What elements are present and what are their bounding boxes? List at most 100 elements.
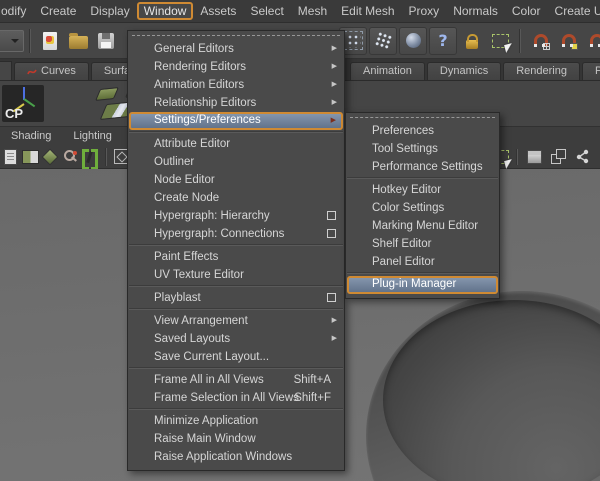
shelf-tab-painteffects[interactable]: PaintEffects <box>581 62 600 80</box>
isolate-select-button[interactable] <box>80 147 100 170</box>
menu-item-raise-application-windows[interactable]: Raise Application Windows <box>128 448 344 466</box>
menu-item-label: Hotkey Editor <box>372 184 442 196</box>
shelf-tab-curves[interactable]: Curves <box>14 62 89 80</box>
bowl-object[interactable] <box>366 291 600 481</box>
menu-item-label: Outliner <box>154 156 195 168</box>
menu-item-hypergraph-hierarchy[interactable]: Hypergraph: Hierarchy <box>128 207 344 225</box>
shelf-tab-label: Curves <box>41 65 76 77</box>
snap-to-point-button[interactable] <box>583 28 600 54</box>
save-scene-button[interactable] <box>93 28 119 54</box>
option-box-icon[interactable] <box>327 293 336 302</box>
menu-item-frame-selection-in-all-views[interactable]: Frame Selection in All Views Shift+F <box>128 389 344 407</box>
render-sphere-button[interactable] <box>399 26 427 55</box>
menu-item-preferences[interactable]: Preferences <box>346 122 499 140</box>
menubar-item-display[interactable]: Display <box>83 2 136 20</box>
camera-attributes-button[interactable] <box>0 147 20 166</box>
menu-item-hypergraph-connections[interactable]: Hypergraph: Connections <box>128 225 344 243</box>
snap-to-grid-button[interactable] <box>527 28 553 54</box>
menu-item-tool-settings[interactable]: Tool Settings <box>346 140 499 158</box>
menu-item-settings-preferences[interactable]: Settings/Preferences ▶ <box>129 112 343 130</box>
shelf-tab-rendering[interactable]: Rendering <box>503 62 580 80</box>
menu-item-label: General Editors <box>154 43 234 55</box>
submenu-arrow-icon: ▶ <box>331 99 337 106</box>
menu-separator <box>129 367 343 369</box>
points-cluster-icon <box>373 31 393 50</box>
menu-item-shelf-editor[interactable]: Shelf Editor <box>346 235 499 253</box>
menubar-item-normals[interactable]: Normals <box>446 2 505 20</box>
menu-item-relationship-editors[interactable]: Relationship Editors ▶ <box>128 94 344 112</box>
document-icon <box>3 148 17 165</box>
duplicate-view-button[interactable] <box>548 147 568 166</box>
image-plane-button[interactable] <box>40 147 60 166</box>
menu-item-general-editors[interactable]: General Editors ▶ <box>128 40 344 58</box>
snap-points-cluster-button[interactable] <box>369 26 397 55</box>
menubar-item-proxy[interactable]: Proxy <box>402 2 447 20</box>
tab-partial[interactable] <box>0 61 12 80</box>
menu-item-label: Frame Selection in All Views <box>154 392 299 404</box>
selection-marquee-button[interactable] <box>487 28 513 54</box>
surface-patch-icon[interactable] <box>95 87 119 101</box>
help-button[interactable]: ? <box>429 26 457 55</box>
share-view-button[interactable] <box>572 147 592 166</box>
menubar-item-create-uvs[interactable]: Create UVs <box>548 2 600 20</box>
tearoff-dashes[interactable] <box>132 35 340 37</box>
cp-plane-shelf-button[interactable]: CP <box>2 85 44 122</box>
menu-item-label: Save Current Layout... <box>154 351 270 363</box>
menubar-item-modify[interactable]: Modify <box>0 2 33 20</box>
menu-item-plug-in-manager[interactable]: Plug-in Manager <box>347 276 498 294</box>
menu-item-label: Tool Settings <box>372 143 438 155</box>
menu-item-performance-settings[interactable]: Performance Settings <box>346 158 499 176</box>
menu-item-minimize-application[interactable]: Minimize Application <box>128 412 344 430</box>
menu-item-outliner[interactable]: Outliner <box>128 153 344 171</box>
option-box-icon[interactable] <box>327 229 336 238</box>
menubar-item-color[interactable]: Color <box>505 2 548 20</box>
menu-item-rendering-editors[interactable]: Rendering Editors ▶ <box>128 58 344 76</box>
menu-item-label: Hypergraph: Connections <box>154 228 285 240</box>
menu-item-view-arrangement[interactable]: View Arrangement ▶ <box>128 312 344 330</box>
menubar-item-mesh[interactable]: Mesh <box>291 2 334 20</box>
menubar: ModifyCreateDisplayWindowAssetsSelectMes… <box>0 0 600 23</box>
menu-item-attribute-editor[interactable]: Attribute Editor <box>128 135 344 153</box>
shelf-tab-dynamics[interactable]: Dynamics <box>426 62 502 80</box>
menu-item-node-editor[interactable]: Node Editor <box>128 171 344 189</box>
menu-item-saved-layouts[interactable]: Saved Layouts ▶ <box>128 330 344 348</box>
tearoff-dashes[interactable] <box>350 117 495 119</box>
settings-preferences-submenu: Preferences Tool Settings Performance Sett… <box>345 112 500 299</box>
menubar-item-create[interactable]: Create <box>33 2 83 20</box>
menu-item-panel-editor[interactable]: Panel Editor <box>346 253 499 271</box>
menu-item-hotkey-editor[interactable]: Hotkey Editor <box>346 181 499 199</box>
menubar-item-edit-mesh[interactable]: Edit Mesh <box>334 2 401 20</box>
menu-item-marking-menu-editor[interactable]: Marking Menu Editor <box>346 217 499 235</box>
menu-item-animation-editors[interactable]: Animation Editors ▶ <box>128 76 344 94</box>
menu-item-raise-main-window[interactable]: Raise Main Window <box>128 430 344 448</box>
cube-icon <box>526 149 542 164</box>
snap-to-point-magnet-icon <box>589 33 600 48</box>
view-selected-button[interactable] <box>60 147 80 166</box>
save-floppy-icon <box>98 32 114 49</box>
shaded-display-button[interactable] <box>524 147 544 166</box>
menu-item-color-settings[interactable]: Color Settings <box>346 199 499 217</box>
menu-item-save-current-layout[interactable]: Save Current Layout... <box>128 348 344 366</box>
share-icon <box>576 149 588 164</box>
panel-menu-lighting[interactable]: Lighting <box>62 130 123 142</box>
menu-item-playblast[interactable]: Playblast <box>128 289 344 307</box>
submenu-arrow-icon: ▶ <box>331 335 337 342</box>
menu-item-uv-texture-editor[interactable]: UV Texture Editor <box>128 266 344 284</box>
menu-set-selector-dropdown[interactable] <box>0 29 24 52</box>
lock-button[interactable] <box>459 28 485 54</box>
shelf-tab-label: Dynamics <box>439 65 489 77</box>
shelf-tab-animation[interactable]: Animation <box>350 62 425 80</box>
new-scene-button[interactable] <box>37 28 63 54</box>
menubar-item-window[interactable]: Window <box>136 2 194 20</box>
snap-to-curve-button[interactable] <box>555 28 581 54</box>
menu-item-shortcut: Shift+F <box>294 392 331 404</box>
menu-item-create-node[interactable]: Create Node <box>128 189 344 207</box>
menubar-item-select[interactable]: Select <box>243 2 290 20</box>
menu-item-paint-effects[interactable]: Paint Effects <box>128 248 344 266</box>
menu-item-frame-all-in-all-views[interactable]: Frame All in All Views Shift+A <box>128 371 344 389</box>
option-box-icon[interactable] <box>327 211 336 220</box>
panel-menu-shading[interactable]: Shading <box>0 130 62 142</box>
menubar-item-assets[interactable]: Assets <box>193 2 243 20</box>
bookmarks-button[interactable] <box>20 147 40 166</box>
open-scene-button[interactable] <box>65 28 91 54</box>
